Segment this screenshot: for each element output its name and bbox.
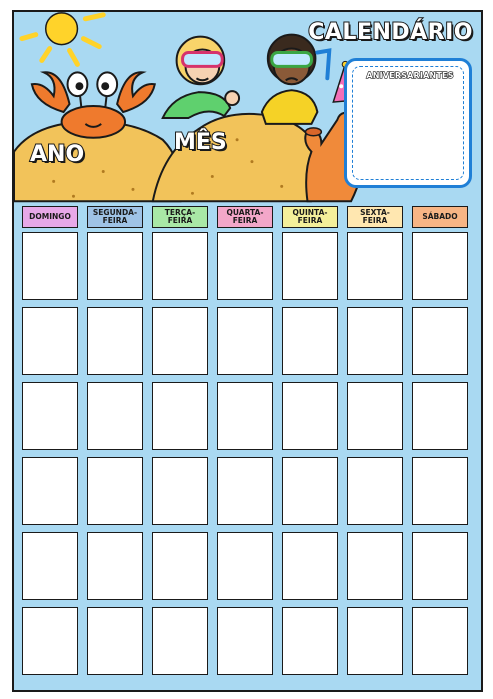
weekday-header: QUINTA- FEIRA <box>282 206 338 228</box>
calendar-page: CALENDÁRIO ANO MÊS ANIVERSARIANTES DOMIN… <box>12 10 483 692</box>
day-cell[interactable] <box>282 382 338 450</box>
day-cell[interactable] <box>347 607 403 675</box>
day-cell[interactable] <box>412 532 468 600</box>
day-cell[interactable] <box>412 382 468 450</box>
weekday-header: SEGUNDA- FEIRA <box>87 206 143 228</box>
day-cell[interactable] <box>347 457 403 525</box>
day-cell[interactable] <box>22 382 78 450</box>
day-cell[interactable] <box>282 607 338 675</box>
weekday-header: TERÇA- FEIRA <box>152 206 208 228</box>
day-cell[interactable] <box>217 457 273 525</box>
day-cell[interactable] <box>282 307 338 375</box>
day-cell[interactable] <box>22 307 78 375</box>
day-cell[interactable] <box>87 307 143 375</box>
day-cell[interactable] <box>22 607 78 675</box>
day-cell[interactable] <box>152 307 208 375</box>
sand-mound-right <box>151 112 326 203</box>
sun-icon <box>19 12 106 67</box>
day-cell[interactable] <box>347 307 403 375</box>
day-cell[interactable] <box>282 232 338 300</box>
day-cell[interactable] <box>412 307 468 375</box>
page-title: CALENDÁRIO <box>307 19 473 46</box>
day-cell[interactable] <box>152 607 208 675</box>
day-cell[interactable] <box>152 532 208 600</box>
girl-diver-icon <box>161 35 241 119</box>
day-cell[interactable] <box>282 532 338 600</box>
day-cell[interactable] <box>87 532 143 600</box>
day-cell[interactable] <box>87 382 143 450</box>
day-cell[interactable] <box>347 382 403 450</box>
birthdays-title: ANIVERSARIANTES <box>366 70 454 80</box>
weekday-header: DOMINGO <box>22 206 78 228</box>
day-cell[interactable] <box>412 457 468 525</box>
month-label: MÊS <box>173 129 228 156</box>
day-cell[interactable] <box>152 232 208 300</box>
day-cell[interactable] <box>347 232 403 300</box>
day-cell[interactable] <box>22 232 78 300</box>
day-cell[interactable] <box>217 307 273 375</box>
birthdays-box: ANIVERSARIANTES <box>344 58 472 188</box>
day-cell[interactable] <box>412 607 468 675</box>
day-cell[interactable] <box>22 457 78 525</box>
weekday-header: SEXTA- FEIRA <box>347 206 403 228</box>
day-cell[interactable] <box>87 607 143 675</box>
day-cell[interactable] <box>282 457 338 525</box>
day-cell[interactable] <box>22 532 78 600</box>
day-cell[interactable] <box>412 232 468 300</box>
day-cell[interactable] <box>152 382 208 450</box>
boy-diver-icon <box>260 33 332 125</box>
day-cell[interactable] <box>217 382 273 450</box>
day-cell[interactable] <box>87 457 143 525</box>
day-cell[interactable] <box>87 232 143 300</box>
weekday-header: QUARTA- FEIRA <box>217 206 273 228</box>
day-cell[interactable] <box>347 532 403 600</box>
day-cell[interactable] <box>217 532 273 600</box>
day-cell[interactable] <box>217 607 273 675</box>
day-cell[interactable] <box>217 232 273 300</box>
day-cell[interactable] <box>152 457 208 525</box>
weekday-header: SÁBADO <box>412 206 468 228</box>
year-label: ANO <box>29 141 85 168</box>
weekday-header-row: DOMINGO SEGUNDA- FEIRA TERÇA- FEIRA QUARTA-… <box>22 206 477 228</box>
birthdays-inner-border <box>352 66 464 180</box>
